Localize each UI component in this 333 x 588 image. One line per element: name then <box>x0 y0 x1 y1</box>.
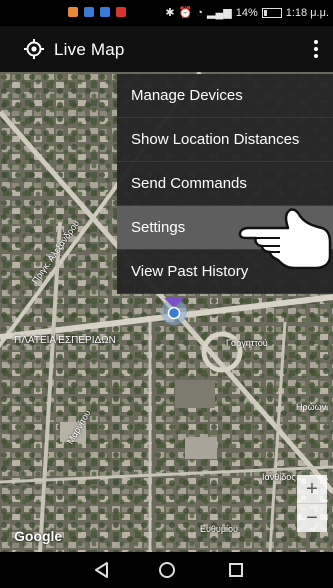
map-label-street: Ευθυμίου <box>200 524 238 534</box>
navigation-bar <box>0 552 333 588</box>
menu-item-show-location-distances[interactable]: Show Location Distances <box>117 118 333 162</box>
clock: 1:18 μ.μ. <box>285 6 329 19</box>
notification-icon <box>100 7 110 17</box>
map-label-street: Ηρώων <box>296 402 327 412</box>
bluetooth-icon: ✱ <box>165 7 175 19</box>
notification-icon <box>68 7 78 17</box>
notification-icons <box>68 7 126 17</box>
zoom-controls: + − <box>297 475 327 532</box>
menu-item-manage-devices[interactable]: Manage Devices <box>117 74 333 118</box>
home-icon[interactable] <box>157 560 177 580</box>
more-vert-icon[interactable] <box>313 40 319 58</box>
wifi-icon: ◔ <box>196 6 203 19</box>
map-label-square: ΠΛΑΤΕΙΑ ΕΣΠΕΡΙΔΩΝ <box>14 335 116 346</box>
recent-apps-icon[interactable] <box>226 560 246 580</box>
battery-percent: 14% <box>235 6 258 19</box>
zoom-in-button[interactable]: + <box>297 475 327 503</box>
app-bar: Live Map <box>0 26 333 72</box>
signal-icon: ▂▄▆ <box>206 7 232 19</box>
status-indicators: ✱ ⏰ ◔ ▂▄▆ 14% 1:18 μ.μ. <box>165 6 329 20</box>
pointing-hand-icon <box>238 208 332 270</box>
app-title: Live Map <box>54 40 125 59</box>
alarm-icon: ⏰ <box>178 7 193 19</box>
status-bar: ✱ ⏰ ◔ ▂▄▆ 14% 1:18 μ.μ. <box>0 0 333 26</box>
back-icon[interactable] <box>92 560 112 580</box>
google-logo: Google <box>14 528 63 544</box>
notification-icon <box>84 7 94 17</box>
battery-icon <box>261 7 282 18</box>
notification-icon <box>116 7 126 17</box>
crosshair-icon <box>24 39 44 59</box>
map-label-street: Ιανθίδος <box>262 472 296 482</box>
zoom-out-button[interactable]: − <box>297 503 327 532</box>
map-label-street: Γαργηττού <box>226 338 268 348</box>
